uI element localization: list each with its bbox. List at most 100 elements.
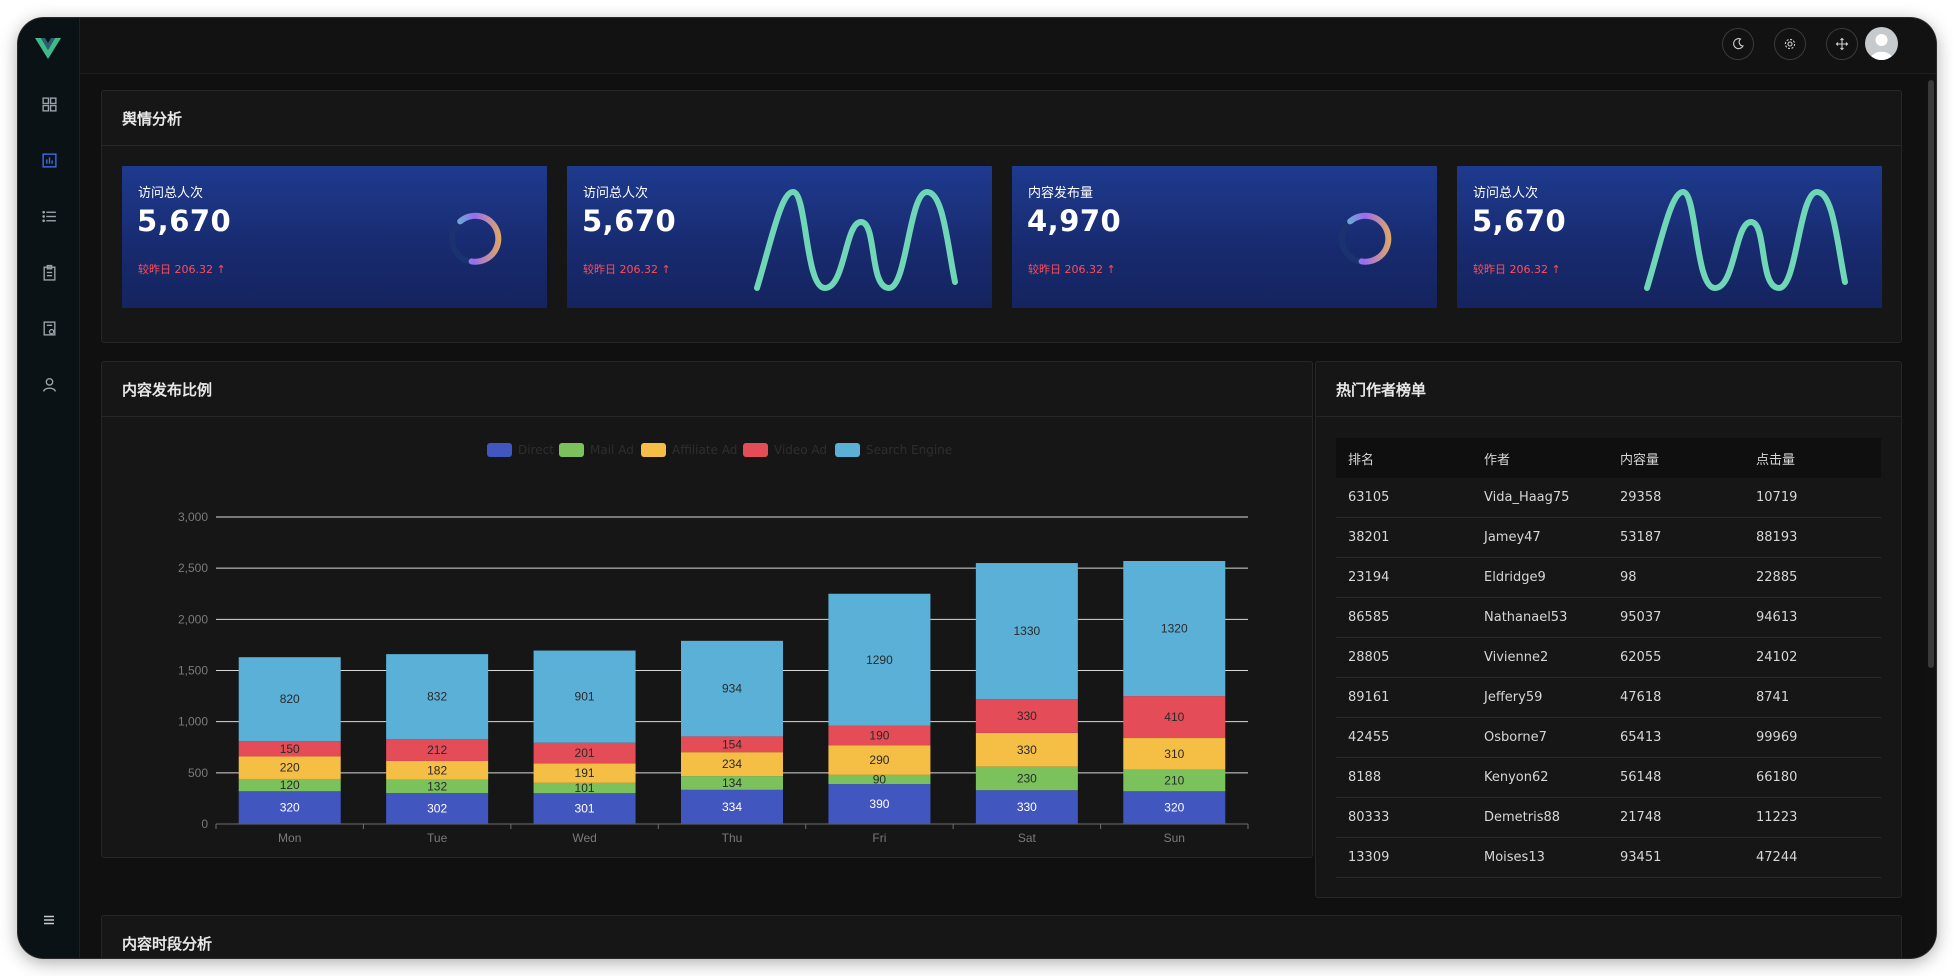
authors-table: 排名 作者 内容量 点击量 63105 Vida_Haag75 29358 10719… xyxy=(1336,438,1881,878)
table-cell: 62055 xyxy=(1620,650,1662,665)
table-cell: 11223 xyxy=(1756,810,1798,825)
data-label: 191 xyxy=(575,766,595,780)
table-body: 63105 Vida_Haag75 29358 10719 38201 Jamey47 53… xyxy=(1336,478,1881,878)
stat-label: 访问总人次 xyxy=(138,186,204,201)
data-label: 832 xyxy=(427,690,447,704)
data-label: 820 xyxy=(280,692,300,706)
arrow-up-icon: ↑ xyxy=(216,263,226,276)
data-label: 101 xyxy=(575,781,595,795)
table-cell: 80333 xyxy=(1348,810,1390,825)
sidebar-item-list[interactable] xyxy=(33,200,65,232)
arrow-up-icon: ↑ xyxy=(1551,263,1561,276)
data-label: 210 xyxy=(1164,774,1184,788)
sidebar-item-analysis[interactable] xyxy=(33,144,65,176)
data-label: 230 xyxy=(1017,771,1037,785)
table-row[interactable]: 28805 Vivienne2 62055 24102 xyxy=(1336,638,1881,678)
data-label: 390 xyxy=(869,797,889,811)
table-cell: 93451 xyxy=(1620,850,1662,865)
data-label: 154 xyxy=(722,737,742,751)
table-cell: 56148 xyxy=(1620,770,1662,785)
stat-value: 5,670 xyxy=(582,204,677,238)
table-row[interactable]: 23194 Eldridge9 98 22885 xyxy=(1336,558,1881,598)
table-cell: 66180 xyxy=(1756,770,1798,785)
column-header-rank[interactable]: 排名 xyxy=(1336,449,1472,468)
table-row[interactable]: 13309 Moises13 93451 47244 xyxy=(1336,838,1881,878)
x-tick-label: Thu xyxy=(722,831,743,845)
fullscreen-button[interactable] xyxy=(1826,28,1858,60)
grid-icon xyxy=(41,96,57,112)
table-cell: 21748 xyxy=(1620,810,1662,825)
stat-compare: 较昨日 206.32 ↑ xyxy=(583,263,671,276)
data-label: 182 xyxy=(427,763,447,777)
data-label: 330 xyxy=(1017,743,1037,757)
sentiment-title: 舆情分析 xyxy=(102,91,1901,146)
data-label: 320 xyxy=(1164,801,1184,815)
data-label: 134 xyxy=(722,776,742,790)
time-analysis-card: 内容时段分析 xyxy=(101,915,1902,958)
table-row[interactable]: 80333 Demetris88 21748 11223 xyxy=(1336,798,1881,838)
table-cell: 13309 xyxy=(1348,850,1390,865)
bar-chart-icon xyxy=(41,152,57,168)
sidebar-item-clipboard[interactable] xyxy=(33,256,65,288)
theme-toggle-button[interactable] xyxy=(1722,28,1754,60)
table-row[interactable]: 63105 Vida_Haag75 29358 10719 xyxy=(1336,478,1881,518)
ring-gauge-graphic xyxy=(449,212,502,265)
stat-label: 内容发布量 xyxy=(1028,186,1094,201)
table-row[interactable]: 86585 Nathanael53 95037 94613 xyxy=(1336,598,1881,638)
authors-card: 热门作者榜单 排名 作者 内容量 点击量 63105 Vida_Haag75 293… xyxy=(1315,361,1902,898)
x-tick-label: Mon xyxy=(278,831,301,845)
data-label: 290 xyxy=(869,753,889,767)
table-cell: Kenyon62 xyxy=(1484,770,1549,785)
data-label: 132 xyxy=(427,779,447,793)
y-tick-label: 0 xyxy=(201,817,208,831)
table-cell: 98 xyxy=(1620,570,1637,585)
column-header-clicks[interactable]: 点击量 xyxy=(1744,449,1881,468)
table-cell: 53187 xyxy=(1620,530,1662,545)
data-label: 201 xyxy=(575,746,595,760)
sidebar-item-report[interactable] xyxy=(33,312,65,344)
stat-card-3: 内容发布量 4,970 较昨日 206.32 ↑ xyxy=(1012,166,1437,308)
vue-logo-icon[interactable] xyxy=(33,32,63,62)
scrollbar-thumb[interactable] xyxy=(1928,80,1934,668)
table-cell: 24102 xyxy=(1756,650,1798,665)
table-cell: 38201 xyxy=(1348,530,1390,545)
table-row[interactable]: 89161 Jeffery59 47618 8741 xyxy=(1336,678,1881,718)
menu-toggle-button[interactable] xyxy=(33,904,65,936)
table-cell: 22885 xyxy=(1756,570,1798,585)
y-tick-label: 500 xyxy=(188,766,208,780)
table-cell: 94613 xyxy=(1756,610,1798,625)
settings-button[interactable] xyxy=(1774,28,1806,60)
data-label: 934 xyxy=(722,682,742,696)
user-avatar-icon xyxy=(1870,34,1893,60)
table-cell: 8188 xyxy=(1348,770,1382,785)
x-tick-label: Sat xyxy=(1018,831,1037,845)
y-tick-label: 2,500 xyxy=(178,561,208,575)
y-tick-label: 3,000 xyxy=(178,510,208,524)
table-row[interactable]: 38201 Jamey47 53187 88193 xyxy=(1336,518,1881,558)
table-header: 排名 作者 内容量 点击量 xyxy=(1336,438,1881,478)
data-label: 330 xyxy=(1017,709,1037,723)
column-header-author[interactable]: 作者 xyxy=(1472,449,1608,468)
table-cell: 42455 xyxy=(1348,730,1390,745)
table-row[interactable]: 8188 Kenyon62 56148 66180 xyxy=(1336,758,1881,798)
data-label: 302 xyxy=(427,802,447,816)
stat-card-4: 访问总人次 5,670 较昨日 206.32 ↑ xyxy=(1457,166,1882,308)
table-cell: Moises13 xyxy=(1484,850,1545,865)
table-cell: 99969 xyxy=(1756,730,1798,745)
stat-card-2: 访问总人次 5,670 较昨日 206.32 ↑ xyxy=(567,166,992,308)
sidebar-item-user[interactable] xyxy=(33,368,65,400)
ring-gauge-graphic xyxy=(1339,212,1392,265)
stat-value: 5,670 xyxy=(1472,204,1567,238)
report-icon xyxy=(42,320,56,336)
stat-value: 5,670 xyxy=(137,204,232,238)
table-cell: Jamey47 xyxy=(1484,530,1541,545)
sidebar-item-dashboard[interactable] xyxy=(33,88,65,120)
data-label: 334 xyxy=(722,800,742,814)
table-cell: 63105 xyxy=(1348,490,1390,505)
table-cell: 86585 xyxy=(1348,610,1390,625)
y-tick-label: 1,500 xyxy=(178,664,208,678)
column-header-content[interactable]: 内容量 xyxy=(1608,449,1744,468)
user-icon xyxy=(42,377,56,392)
avatar[interactable] xyxy=(1865,27,1898,60)
table-row[interactable]: 42455 Osborne7 65413 99969 xyxy=(1336,718,1881,758)
